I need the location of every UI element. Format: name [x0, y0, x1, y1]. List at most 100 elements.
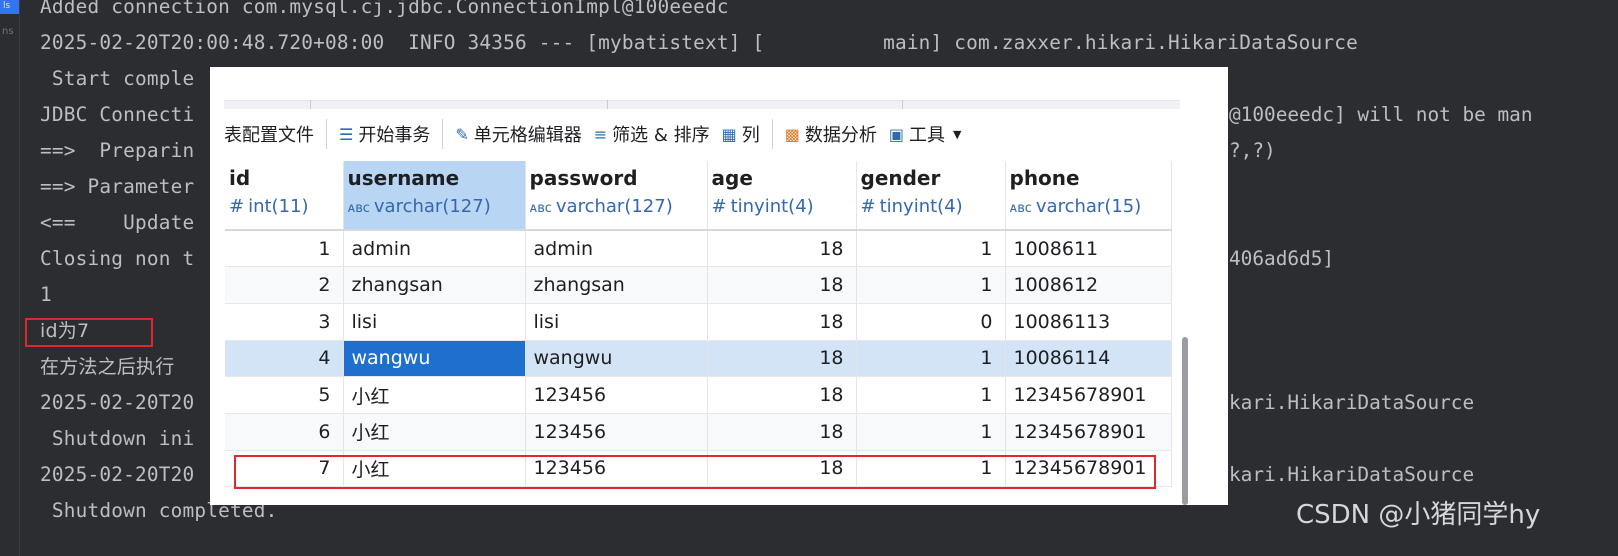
cell-password[interactable]: 123456 — [525, 376, 708, 414]
db-table-viewer: 表配置文件 ☰ 开始事务 ✎ 单元格编辑器 ≡ 筛选 & 排序 ▦ 列 ▩ 数据… — [210, 67, 1228, 505]
table-config-button[interactable]: 表配置文件 — [224, 109, 314, 159]
column-header-gender[interactable]: gender # tinyint(4) — [856, 161, 1006, 231]
cell-id[interactable]: 3 — [225, 303, 344, 341]
cell-gender[interactable]: 1 — [856, 413, 1006, 451]
cell-age[interactable]: 18 — [707, 413, 857, 451]
cell-gender[interactable]: 1 — [856, 340, 1006, 378]
column-header-phone[interactable]: phone ᴀʙᴄ varchar(15) — [1005, 161, 1172, 231]
watermark: CSDN @小猪同学hy — [1296, 500, 1541, 530]
column-header-id[interactable]: id # int(11) — [225, 161, 344, 231]
data-grid: id # int(11) username ᴀʙᴄ varchar(127) pas… — [225, 161, 1172, 488]
chart-icon: ▩ — [784, 124, 800, 144]
cell-username-selected[interactable]: wangwu — [343, 340, 526, 378]
console-line: 2025-02-20T20 — [40, 391, 195, 414]
cell-username[interactable]: 小红 — [343, 376, 526, 414]
cell-password[interactable]: 123456 — [525, 413, 708, 451]
column-type: varchar(127) — [555, 196, 673, 217]
console-line: 1 — [40, 283, 52, 306]
table-row-selected[interactable]: 4 wangwu wangwu 18 1 10086114 — [225, 340, 1172, 378]
cell-phone[interactable]: 1008612 — [1005, 266, 1172, 304]
console-line: <== Update — [40, 211, 195, 234]
editor-tabstrip — [210, 67, 1228, 110]
text-type-icon: ᴀʙᴄ — [529, 201, 552, 216]
cell-username[interactable]: lisi — [343, 303, 526, 341]
table-row[interactable]: 6 小红 123456 18 1 12345678901 — [225, 413, 1172, 451]
columns-label: 列 — [741, 125, 760, 146]
cell-age[interactable]: 18 — [707, 340, 857, 378]
console-line-fragment: 406ad6d5] — [1229, 247, 1335, 270]
column-header-password[interactable]: password ᴀʙᴄ varchar(127) — [525, 161, 708, 231]
console-line-fragment: kari.HikariDataSource — [1229, 391, 1475, 414]
tools-label: 工具 — [909, 125, 946, 146]
text-type-icon: ᴀʙᴄ — [347, 201, 370, 216]
cell-id[interactable]: 2 — [225, 266, 344, 304]
cell-gender[interactable]: 1 — [856, 376, 1006, 414]
cell-password[interactable]: lisi — [525, 303, 708, 341]
cell-gender[interactable]: 1 — [856, 230, 1006, 268]
cell-id[interactable]: 1 — [225, 230, 344, 268]
table-row[interactable]: 2 zhangsan zhangsan 18 1 1008612 — [225, 266, 1172, 304]
cell-age[interactable]: 18 — [707, 266, 857, 304]
column-header-age[interactable]: age # tinyint(4) — [707, 161, 857, 231]
console-line: Start comple — [40, 67, 195, 90]
cell-password[interactable]: zhangsan — [525, 266, 708, 304]
begin-transaction-button[interactable]: ☰ 开始事务 — [339, 109, 430, 159]
cell-username[interactable]: admin — [343, 230, 526, 268]
cell-age[interactable]: 18 — [707, 376, 857, 414]
column-name: password — [529, 166, 638, 190]
edit-icon: ✎ — [455, 124, 469, 144]
columns-button[interactable]: ▦ 列 — [722, 109, 760, 159]
id-highlight-box — [25, 318, 153, 347]
toolbar-divider — [771, 119, 773, 149]
column-type: varchar(127) — [373, 196, 491, 217]
cell-editor-button[interactable]: ✎ 单元格编辑器 — [455, 109, 581, 159]
vertical-scrollbar[interactable] — [1182, 337, 1188, 505]
cell-phone[interactable]: 12345678901 — [1005, 376, 1172, 414]
data-analysis-button[interactable]: ▩ 数据分析 — [785, 109, 877, 159]
console-line: 2025-02-20T20 — [40, 463, 195, 486]
cell-age[interactable]: 18 — [707, 303, 857, 341]
cell-id[interactable]: 5 — [225, 376, 344, 414]
gutter-label: ns — [2, 26, 14, 37]
cell-phone[interactable]: 10086113 — [1005, 303, 1172, 341]
column-type: varchar(15) — [1035, 196, 1142, 217]
begin-transaction-label: 开始事务 — [358, 125, 431, 146]
cell-editor-label: 单元格编辑器 — [473, 125, 582, 146]
grid-header-row: id # int(11) username ᴀʙᴄ varchar(127) pas… — [225, 161, 1172, 231]
transaction-icon: ☰ — [339, 124, 354, 144]
cell-phone[interactable]: 10086114 — [1005, 340, 1172, 378]
cell-gender[interactable]: 0 — [856, 303, 1006, 341]
cell-password[interactable]: admin — [525, 230, 708, 268]
cell-phone[interactable]: 1008611 — [1005, 230, 1172, 268]
cell-age[interactable]: 18 — [707, 230, 857, 268]
cell-gender[interactable]: 1 — [856, 266, 1006, 304]
table-row[interactable]: 3 lisi lisi 18 0 10086113 — [225, 303, 1172, 341]
column-name: gender — [860, 166, 941, 190]
cell-phone[interactable]: 12345678901 — [1005, 413, 1172, 451]
column-type: int(11) — [248, 196, 309, 217]
table-row[interactable]: 1 admin admin 18 1 1008611 — [225, 230, 1172, 268]
console-line-fragment: @100eeedc] will not be man — [1229, 103, 1533, 126]
console-line: Shutdown ini — [40, 427, 195, 450]
console-line: JDBC Connecti — [40, 103, 195, 126]
column-name: username — [347, 166, 460, 190]
console-line: ==> Parameter — [40, 175, 195, 198]
console-gutter: ls ns — [0, 0, 20, 556]
tools-dropdown[interactable]: ▣ 工具 ▼ — [889, 109, 962, 159]
column-header-username[interactable]: username ᴀʙᴄ varchar(127) — [343, 161, 526, 231]
console-line: 在方法之后执行 — [40, 356, 175, 378]
table-row[interactable]: 5 小红 123456 18 1 12345678901 — [225, 376, 1172, 414]
gutter-tab[interactable]: ls — [0, 0, 19, 14]
console-line: Closing non t — [40, 247, 195, 270]
number-type-icon: # — [711, 196, 727, 217]
cell-username[interactable]: 小红 — [343, 413, 526, 451]
cell-username[interactable]: zhangsan — [343, 266, 526, 304]
cell-id[interactable]: 4 — [225, 340, 344, 378]
table-config-label: 表配置文件 — [224, 125, 314, 146]
cell-id[interactable]: 6 — [225, 413, 344, 451]
cell-password[interactable]: wangwu — [525, 340, 708, 378]
filter-icon: ≡ — [593, 124, 608, 144]
console-line: Added connection com.mysql.cj.jdbc.Conne… — [40, 0, 729, 18]
number-type-icon: # — [860, 196, 876, 217]
filter-sort-button[interactable]: ≡ 筛选 & 排序 — [594, 109, 710, 159]
